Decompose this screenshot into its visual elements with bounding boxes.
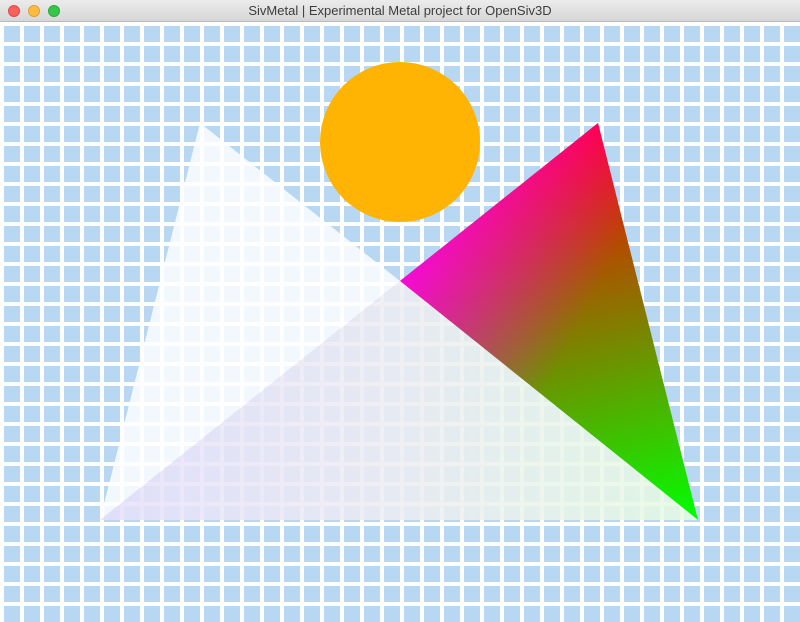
scene-svg [0,22,800,622]
sun-circle [320,62,480,222]
window-title: SivMetal | Experimental Metal project fo… [248,3,552,18]
app-window: SivMetal | Experimental Metal project fo… [0,0,800,622]
render-canvas[interactable] [0,22,800,622]
title-bar[interactable]: SivMetal | Experimental Metal project fo… [0,0,800,22]
